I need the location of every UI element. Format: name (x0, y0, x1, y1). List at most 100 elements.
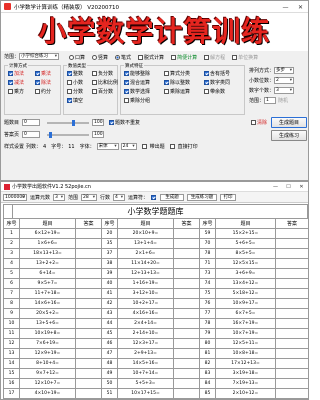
option-item[interactable]: 能够整除 (124, 70, 150, 77)
question-count-input[interactable]: 0 (22, 119, 41, 126)
tool-print-button[interactable]: 生成练习题 (187, 194, 218, 201)
mode-radio[interactable] (171, 55, 177, 60)
count-select[interactable]: 3 (274, 87, 295, 94)
mode-option[interactable]: 解方程 (204, 54, 225, 61)
option-item[interactable]: 分数 (67, 88, 83, 95)
table-cell: 1 (3, 228, 20, 239)
sheet-maximize-icon[interactable]: ☐ (282, 182, 295, 192)
only-answer-checkbox[interactable] (169, 144, 175, 149)
option-checkbox[interactable] (124, 71, 129, 76)
option-checkbox[interactable] (164, 80, 169, 85)
mode-option[interactable]: 脱式计算 (138, 54, 164, 61)
option-item[interactable]: 数字类同 (204, 79, 230, 86)
size-select[interactable]: 24 (120, 143, 137, 150)
arrange-select[interactable]: 多步 (274, 67, 295, 74)
option-item[interactable]: 算式分类 (164, 70, 190, 77)
option-item[interactable]: 带余数 (204, 88, 225, 95)
tool-lines-select[interactable]: 4 (113, 194, 126, 201)
table-cell: 16×7+19= (215, 318, 276, 329)
option-item[interactable]: 约分 (35, 88, 51, 95)
option-checkbox[interactable] (124, 80, 129, 85)
option-item[interactable]: 小数 (67, 79, 83, 86)
mode-option[interactable]: 口算 (69, 54, 85, 61)
option-checkbox[interactable] (124, 89, 129, 94)
option-checkbox[interactable] (164, 89, 169, 94)
option-checkbox[interactable] (92, 80, 97, 85)
option-checkbox[interactable] (35, 71, 40, 76)
option-checkbox[interactable] (67, 89, 72, 94)
option-checkbox[interactable] (92, 89, 97, 94)
panel-range-input[interactable]: 1 (264, 97, 277, 104)
option-checkbox[interactable] (67, 80, 72, 85)
option-item[interactable]: 乘除分组 (124, 97, 150, 104)
option-item[interactable]: 减法 (8, 79, 24, 86)
option-checkbox[interactable] (8, 80, 13, 85)
sheet-close-icon[interactable]: ✕ (295, 182, 308, 192)
option-item[interactable]: 含有括号 (204, 70, 230, 77)
range-select[interactable]: 小学综合练习 (19, 53, 60, 60)
option-item[interactable]: 加法 (8, 70, 24, 77)
print-practice-button[interactable]: 生成练习 (271, 130, 307, 141)
option-checkbox[interactable] (67, 71, 72, 76)
clear-checkbox[interactable] (251, 120, 256, 125)
tool-range-num[interactable]: 28 (81, 194, 98, 201)
no-repeat-checkbox[interactable] (109, 120, 114, 125)
option-checkbox[interactable] (67, 98, 72, 103)
close-icon[interactable]: ✕ (293, 1, 308, 13)
option-item[interactable]: 数学选择 (124, 88, 150, 95)
mode-radio[interactable] (232, 55, 238, 60)
digits-select[interactable]: 2 (274, 77, 295, 84)
question-count-slider[interactable] (47, 120, 89, 126)
option-item[interactable]: 乘方 (8, 88, 24, 95)
generate-button[interactable]: 生成题目 (271, 117, 307, 128)
mode-option[interactable]: 笔式 (115, 54, 131, 61)
option-item[interactable]: 除以整数 (164, 79, 190, 86)
mode-radio[interactable] (204, 55, 210, 60)
option-checkbox[interactable] (92, 71, 97, 76)
tool-op-select[interactable]: 3 (53, 194, 66, 201)
option-checkbox[interactable] (164, 71, 169, 76)
option-item[interactable]: 填空 (67, 97, 83, 104)
option-item[interactable]: 负分数 (92, 70, 113, 77)
option-checkbox[interactable] (204, 80, 209, 85)
mode-radio[interactable] (69, 55, 74, 60)
rows-value[interactable]: 11 (68, 144, 74, 150)
option-checkbox[interactable] (8, 89, 13, 94)
answer-count-slider-knob[interactable] (48, 132, 52, 138)
question-count-slider-knob[interactable] (72, 120, 76, 126)
option-checkbox[interactable] (124, 98, 129, 103)
option-checkbox[interactable] (8, 71, 13, 76)
option-item[interactable]: 乘除运算 (164, 88, 190, 95)
font-select[interactable]: 宋体 (96, 143, 119, 150)
table-cell: 39 (101, 268, 118, 279)
tool-print2-button[interactable]: 打印 (220, 194, 237, 201)
mode-option[interactable]: 单位换算 (232, 54, 258, 61)
option-checkbox[interactable] (35, 89, 40, 94)
mode-radio[interactable] (115, 55, 121, 60)
option-item[interactable]: 乘法 (35, 70, 51, 77)
minimize-icon[interactable]: — (278, 1, 293, 13)
option-item[interactable]: 百分数 (92, 88, 113, 95)
tool-range-select[interactable]: 1000000 (3, 194, 27, 201)
option-item[interactable]: 比和比例 (92, 79, 118, 86)
tool-symbol-check[interactable] (151, 195, 157, 200)
cols-value[interactable]: 4 (43, 144, 46, 150)
mode-radio[interactable] (138, 55, 144, 60)
option-item[interactable]: 除法 (35, 79, 51, 86)
mode-option[interactable]: 竖算 (92, 54, 108, 61)
sheet-minimize-icon[interactable]: — (269, 182, 282, 192)
tool-generate-button[interactable]: 生成题 (160, 194, 185, 201)
with-answer-checkbox[interactable] (141, 144, 147, 149)
worksheet-header: 小学数学题题库 (3, 204, 308, 218)
option-item[interactable]: 混合运算 (124, 79, 150, 86)
option-item[interactable]: 整数 (67, 70, 83, 77)
sheet-window: 小学数学出题软件V1.2 52pojie.cn — ☐ ✕ 1000000 运算… (0, 181, 309, 400)
answer-count-slider[interactable] (47, 132, 89, 138)
option-checkbox[interactable] (204, 71, 209, 76)
mode-radio[interactable] (92, 55, 98, 60)
table-cell: 40 (101, 278, 118, 289)
option-checkbox[interactable] (204, 89, 209, 94)
mode-option[interactable]: 简便计算 (171, 54, 197, 61)
answer-count-input[interactable]: 0 (22, 131, 41, 138)
option-checkbox[interactable] (35, 80, 40, 85)
